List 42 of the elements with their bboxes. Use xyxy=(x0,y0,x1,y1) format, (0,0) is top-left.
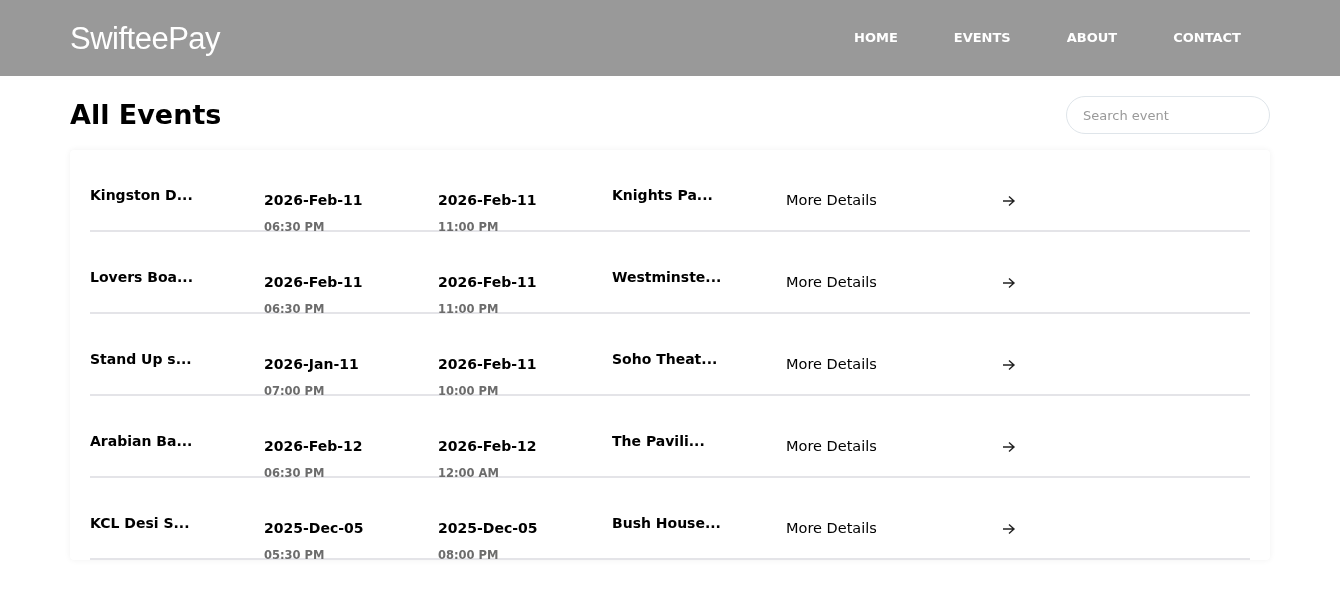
start-time: 06:30 PM xyxy=(264,222,326,234)
end-date: 2025-Dec-05 xyxy=(438,521,538,535)
arrow-right-icon[interactable] xyxy=(1002,522,1016,535)
more-details-link[interactable]: More Details xyxy=(786,438,877,454)
more-details-link[interactable]: More Details xyxy=(786,520,877,536)
end-date: 2026-Feb-11 xyxy=(438,193,537,207)
arrow-right-icon[interactable] xyxy=(1002,194,1016,207)
event-name: Arabian Ba... xyxy=(90,434,194,448)
arrow-right-icon[interactable] xyxy=(1002,276,1016,289)
more-details-link[interactable]: More Details xyxy=(786,274,877,290)
venue-name: The Pavili... xyxy=(612,434,706,448)
arrow-right-icon[interactable] xyxy=(1002,440,1016,453)
event-name: Kingston D... xyxy=(90,188,194,202)
venue-name: Bush House... xyxy=(612,516,722,530)
end-date: 2026-Feb-11 xyxy=(438,357,537,371)
more-details-link[interactable]: More Details xyxy=(786,356,877,372)
start-date: 2025-Dec-05 xyxy=(264,521,364,535)
more-details-link[interactable]: More Details xyxy=(786,192,877,208)
start-date: 2026-Feb-11 xyxy=(264,275,363,289)
venue-name: Soho Theat... xyxy=(612,352,719,366)
event-name: KCL Desi S... xyxy=(90,516,191,530)
arrow-right-icon[interactable] xyxy=(1002,358,1016,371)
end-time: 08:00 PM xyxy=(438,550,500,562)
search-field[interactable]: Search event xyxy=(1066,96,1270,134)
start-time: 07:00 PM xyxy=(264,386,326,398)
end-date: 2026-Feb-11 xyxy=(438,275,537,289)
start-date: 2026-Jan-11 xyxy=(264,357,359,371)
start-date: 2026-Feb-11 xyxy=(264,193,363,207)
start-time: 06:30 PM xyxy=(264,468,326,480)
end-time: 11:00 PM xyxy=(438,304,500,316)
venue-name: Knights Pa... xyxy=(612,188,714,202)
end-time: 11:00 PM xyxy=(438,222,500,234)
end-time: 12:00 AM xyxy=(438,468,500,480)
start-time: 05:30 PM xyxy=(264,550,326,562)
start-date: 2026-Feb-12 xyxy=(264,439,363,453)
end-date: 2026-Feb-12 xyxy=(438,439,537,453)
event-name: Stand Up s... xyxy=(90,352,193,366)
page-title: All Events xyxy=(70,98,222,132)
venue-name: Westminste... xyxy=(612,270,723,284)
event-name: Lovers Boa... xyxy=(90,270,194,284)
start-time: 06:30 PM xyxy=(264,304,326,316)
end-time: 10:00 PM xyxy=(438,386,500,398)
